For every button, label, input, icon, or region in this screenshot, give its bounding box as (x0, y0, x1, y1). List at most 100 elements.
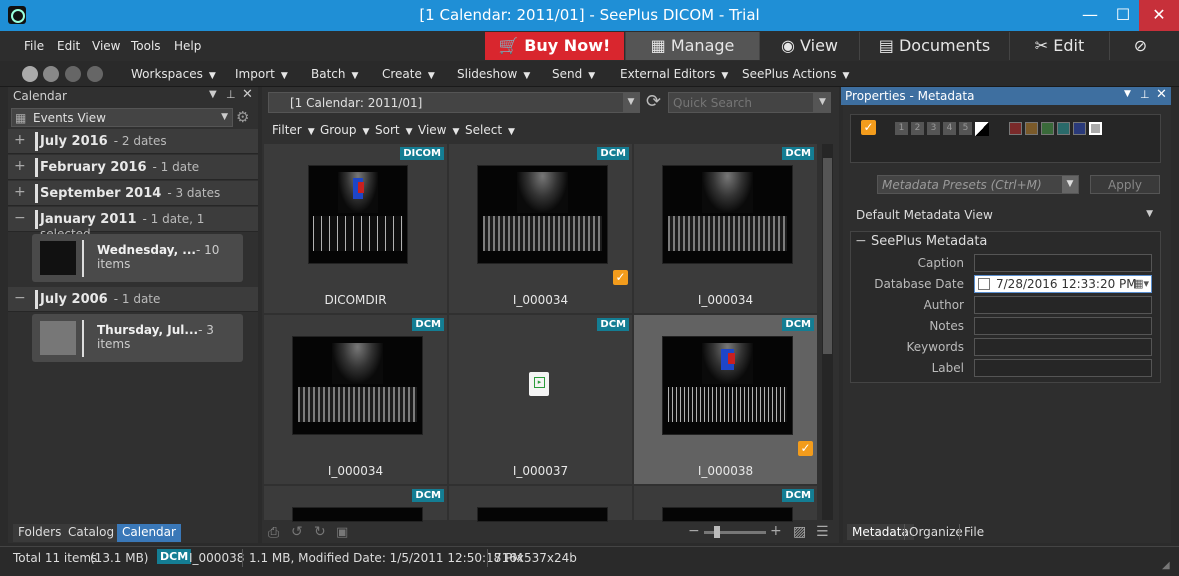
rotate-left-icon[interactable]: ↺ (291, 524, 303, 540)
toolbar-import[interactable]: Import ▼ (235, 67, 288, 81)
pin-icon[interactable]: ⊥ (226, 88, 236, 101)
rotate-right-icon[interactable]: ↻ (314, 524, 326, 540)
thumbnail-cell-selected[interactable]: DCM ✓ I_000038 (634, 315, 817, 484)
color-label-blue[interactable] (1073, 122, 1086, 135)
color-label-teal[interactable] (1057, 122, 1070, 135)
quick-search-input[interactable] (668, 92, 814, 113)
color-label-green[interactable] (1041, 122, 1054, 135)
sort-button[interactable]: Sort ▼ (375, 123, 413, 137)
collapse-icon[interactable]: − (14, 291, 26, 305)
rating-1[interactable]: 1 (895, 122, 908, 135)
thumbnail-cell[interactable]: DCM I_000034 (634, 144, 817, 313)
label-field[interactable] (974, 359, 1152, 377)
tab-calendar[interactable]: Calendar (117, 524, 181, 542)
expand-icon[interactable]: + (14, 159, 26, 173)
minimize-button[interactable]: — (1073, 0, 1107, 31)
toolbar-batch[interactable]: Batch ▼ (311, 67, 358, 81)
toolbar-seeplus-actions[interactable]: SeePlus Actions ▼ (742, 67, 849, 81)
panel-close-icon[interactable]: ✕ (242, 87, 253, 102)
mode-documents-button[interactable]: ▤ Documents (859, 32, 1009, 60)
rating-3[interactable]: 3 (927, 122, 940, 135)
pin-icon[interactable]: ⊥ (1140, 88, 1150, 101)
image-view-icon[interactable]: ▨ (793, 524, 806, 540)
default-metadata-view-select[interactable]: Default Metadata View ▼ (850, 205, 1161, 225)
mode-manage-button[interactable]: ▦ Manage (625, 32, 759, 60)
select-button[interactable]: Select ▼ (465, 123, 515, 137)
thumbnail-cell[interactable]: DCM (264, 486, 447, 522)
view-button[interactable]: View ▼ (418, 123, 459, 137)
thumbnail-cell[interactable]: DICOM DICOMDIR (264, 144, 447, 313)
group-september-2014[interactable]: + September 2014- 3 dates (8, 181, 258, 206)
caption-field[interactable] (974, 254, 1152, 272)
group-january-2011[interactable]: −January 2011- 1 date, 1 selected (8, 207, 258, 241)
date-card-wednesday[interactable]: Wednesday, ...- 10 items (32, 234, 243, 282)
author-field[interactable] (974, 296, 1152, 314)
menu-file[interactable]: File (24, 39, 44, 53)
thumbnail-cell[interactable]: DCM ✓ I_000034 (449, 144, 632, 313)
rating-2[interactable]: 2 (911, 122, 924, 135)
database-date-field[interactable]: 7/28/2016 12:33:20 PM ▦▾ (974, 275, 1152, 293)
rating-4[interactable]: 4 (943, 122, 956, 135)
toolbar-external-editors[interactable]: External Editors ▼ (620, 67, 728, 81)
zoom-in-icon[interactable]: + (770, 523, 782, 539)
color-label-orange[interactable] (1025, 122, 1038, 135)
group-february-2016[interactable]: + February 2016- 1 date (8, 155, 258, 180)
keywords-field[interactable] (974, 338, 1152, 356)
home-icon[interactable] (22, 66, 38, 82)
expand-icon[interactable]: + (14, 185, 26, 199)
toolbar-slideshow[interactable]: Slideshow ▼ (457, 67, 530, 81)
zoom-out-icon[interactable]: − (688, 523, 700, 539)
group-button[interactable]: Group ▼ (320, 123, 369, 137)
thumbnail-cell[interactable]: DCM ▸ I_000037 (449, 315, 632, 484)
menu-edit[interactable]: Edit (57, 39, 80, 53)
slideshow-icon[interactable]: ▣ (336, 525, 348, 540)
checked-icon[interactable]: ✓ (613, 270, 628, 285)
mode-view-button[interactable]: ◉ View (759, 32, 859, 60)
maximize-button[interactable]: ☐ (1107, 0, 1139, 31)
tab-catalog[interactable]: Catalog (63, 524, 120, 542)
app-icon[interactable] (8, 6, 26, 24)
thumbnail-cell[interactable]: DCM (634, 486, 817, 522)
menu-help[interactable]: Help (174, 39, 201, 53)
panel-close-icon[interactable]: ✕ (1156, 87, 1167, 102)
flag-checked-icon[interactable]: ✓ (861, 120, 876, 135)
notes-field[interactable] (974, 317, 1152, 335)
mode-edit-button[interactable]: ✂ Edit (1009, 32, 1109, 60)
close-button[interactable]: ✕ (1139, 0, 1179, 31)
search-dropdown-icon[interactable]: ▼ (814, 92, 831, 113)
resize-grip-icon[interactable]: ◢ (1162, 560, 1170, 571)
apply-button[interactable]: Apply (1090, 175, 1160, 194)
toolbar-send[interactable]: Send ▼ (552, 67, 595, 81)
rating-5[interactable]: 5 (959, 122, 972, 135)
calendar-dropdown-icon[interactable]: ▦▾ (1133, 277, 1149, 290)
back-icon[interactable] (43, 66, 59, 82)
thumbnail-cell[interactable]: DCM I_000034 (264, 315, 447, 484)
mode-privacy-button[interactable]: ⊘ (1109, 32, 1171, 60)
tab-file[interactable]: File (959, 524, 988, 540)
grid-scrollbar[interactable] (822, 144, 833, 520)
metadata-presets-combo[interactable]: Metadata Presets (Ctrl+M) ▼ (877, 175, 1079, 194)
path-select[interactable]: [1 Calendar: 2011/01] ▼ (268, 92, 640, 113)
checked-icon[interactable]: ✓ (798, 441, 813, 456)
collapse-icon[interactable]: − (14, 211, 26, 225)
toolbar-create[interactable]: Create ▼ (382, 67, 435, 81)
group-july-2006[interactable]: − July 2006- 1 date (8, 287, 258, 312)
color-label-none[interactable] (1089, 122, 1102, 135)
menu-tools[interactable]: Tools (131, 39, 161, 53)
settings-gear-icon[interactable]: ⚙ (236, 108, 249, 126)
forward-icon[interactable] (65, 66, 81, 82)
up-icon[interactable] (87, 66, 103, 82)
buy-now-button[interactable]: 🛒 Buy Now! (485, 32, 624, 60)
zoom-slider[interactable] (704, 526, 766, 538)
tab-organize[interactable]: Organize (904, 524, 967, 540)
filter-button[interactable]: Filter ▼ (272, 123, 315, 137)
color-label-red[interactable] (1009, 122, 1022, 135)
collapse-icon[interactable]: − (855, 233, 867, 249)
events-view-select[interactable]: ▦ Events View ▼ (11, 108, 233, 127)
print-icon[interactable]: ⎙ (268, 525, 279, 541)
panel-menu-icon[interactable]: ▼ (1124, 89, 1131, 99)
refresh-icon[interactable]: ⟳ (646, 91, 661, 112)
tab-folders[interactable]: Folders (13, 524, 67, 542)
menu-view[interactable]: View (92, 39, 120, 53)
group-july-2016[interactable]: + July 2016- 2 dates (8, 129, 258, 154)
